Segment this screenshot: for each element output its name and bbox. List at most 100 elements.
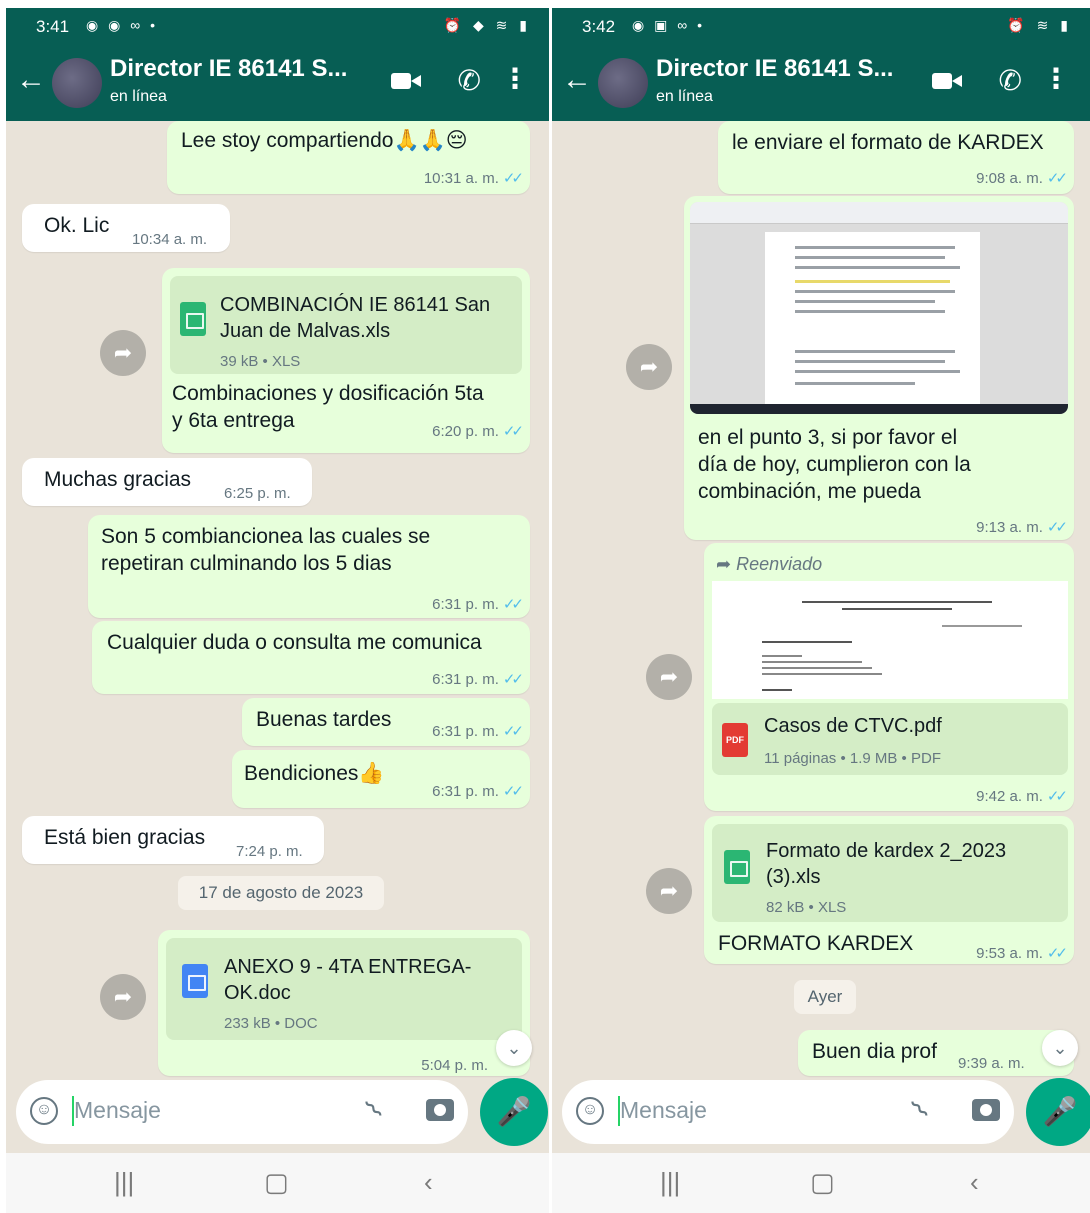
read-receipt-icon: ✓✓ xyxy=(1046,519,1068,536)
message-input[interactable]: Mensaje xyxy=(74,1097,161,1124)
home-icon[interactable]: ▢ xyxy=(264,1167,289,1198)
status-bar: 3:42 ◉ ▣ ∞ • ⏰ ≋ ▮ xyxy=(552,8,1090,46)
message-input[interactable]: Mensaje xyxy=(620,1097,707,1124)
read-receipt-icon: ✓✓ xyxy=(502,723,524,740)
message-time: 9:39 a. m. xyxy=(958,1055,1025,1072)
contact-name[interactable]: Director IE 86141 S... xyxy=(110,55,347,83)
file-name: ANEXO 9 - 4TA ENTREGA- xyxy=(224,956,472,978)
nav-back-icon[interactable]: ‹ xyxy=(970,1167,979,1198)
message-bubble-outgoing[interactable]: Formato de kardex 2_2023 (3).xls 82 kB •… xyxy=(704,816,1074,964)
message-time: 6:25 p. m. xyxy=(224,485,291,502)
system-icons: ⏰ ◆ ≋ ▮ xyxy=(443,17,531,33)
message-caption: Combinaciones y dosificación 5ta xyxy=(172,382,484,405)
forward-share-icon[interactable]: ➦ xyxy=(100,974,146,1020)
file-meta: 39 kB • XLS xyxy=(220,353,301,370)
document-page-image xyxy=(765,232,980,412)
nav-back-icon[interactable]: ‹ xyxy=(424,1167,433,1198)
message-caption: y 6ta entrega xyxy=(172,409,295,432)
attach-icon[interactable]: ⌇ xyxy=(359,1094,390,1125)
message-bubble-incoming[interactable]: Ok. Lic 10:34 a. m. xyxy=(22,204,230,252)
message-bubble-outgoing[interactable]: Buenas tardes 6:31 p. m. ✓✓ xyxy=(242,698,530,746)
file-name: OK.doc xyxy=(224,982,291,1004)
emoji-icon[interactable]: ☺ xyxy=(576,1097,604,1125)
scroll-down-icon[interactable]: ⌄ xyxy=(496,1030,532,1066)
document-file-icon xyxy=(182,964,208,998)
file-name: (3).xls xyxy=(766,866,821,888)
message-caption: en el punto 3, si por favor el xyxy=(698,426,958,449)
read-receipt-icon: ✓✓ xyxy=(502,596,524,613)
forward-share-icon[interactable]: ➦ xyxy=(100,330,146,376)
more-options-icon[interactable]: ⋮ xyxy=(501,62,529,95)
document-attachment[interactable]: PDF Casos de CTVC.pdf 11 páginas • 1.9 M… xyxy=(712,703,1068,775)
microphone-button[interactable]: 🎤 xyxy=(480,1078,548,1146)
message-bubble-outgoing[interactable]: COMBINACIÓN IE 86141 San Juan de Malvas.… xyxy=(162,268,530,453)
forward-share-icon[interactable]: ➦ xyxy=(626,344,672,390)
message-input-bar[interactable]: ☺ Mensaje ⌇ xyxy=(16,1080,468,1144)
message-bubble-incoming[interactable]: Muchas gracias 6:25 p. m. xyxy=(22,458,312,506)
avatar[interactable] xyxy=(52,58,102,108)
avatar[interactable] xyxy=(598,58,648,108)
file-meta: 233 kB • DOC xyxy=(224,1015,318,1032)
camera-icon[interactable] xyxy=(972,1099,1000,1121)
attach-icon[interactable]: ⌇ xyxy=(905,1094,936,1125)
video-call-icon[interactable] xyxy=(391,70,421,92)
file-name: Formato de kardex 2_2023 xyxy=(766,840,1007,862)
message-bubble-outgoing[interactable]: ➦ Reenviado PDF Casos de CTVC.pdf 11 pág… xyxy=(704,543,1074,811)
message-bubble-outgoing[interactable]: ANEXO 9 - 4TA ENTREGA- OK.doc 233 kB • D… xyxy=(158,930,530,1076)
message-bubble-outgoing[interactable]: Cualquier duda o consulta me comunica 6:… xyxy=(92,621,530,694)
recent-apps-icon[interactable]: ||| xyxy=(660,1167,680,1198)
read-receipt-icon: ✓✓ xyxy=(502,671,524,688)
recent-apps-icon[interactable]: ||| xyxy=(114,1167,134,1198)
microphone-button[interactable]: 🎤 xyxy=(1026,1078,1090,1146)
phone-call-icon[interactable]: ✆ xyxy=(999,64,1022,97)
message-time: 6:31 p. m. ✓✓ xyxy=(432,671,524,688)
phone-call-icon[interactable]: ✆ xyxy=(458,64,481,97)
document-attachment[interactable]: Formato de kardex 2_2023 (3).xls 82 kB •… xyxy=(712,824,1068,922)
message-text: Bendiciones👍 xyxy=(244,762,385,785)
message-text: Muchas gracias xyxy=(44,468,192,491)
message-time: 5:04 p. m. xyxy=(421,1057,488,1074)
message-time: 7:24 p. m. xyxy=(236,843,303,860)
chat-header: ← Director IE 86141 S... en línea ✆ ⋮ xyxy=(552,46,1090,121)
forwarded-label: ➦ Reenviado xyxy=(716,554,823,574)
message-bubble-outgoing[interactable]: Son 5 combiancionea las cuales se repeti… xyxy=(88,515,530,618)
back-arrow-icon[interactable]: ← xyxy=(562,62,592,98)
chat-header: ← Director IE 86141 S... en línea ✆ ⋮ xyxy=(6,46,549,121)
spreadsheet-file-icon xyxy=(724,850,750,884)
forward-share-icon[interactable]: ➦ xyxy=(646,654,692,700)
message-bubble-outgoing[interactable]: le enviare el formato de KARDEX 9:08 a. … xyxy=(718,121,1074,194)
video-call-icon[interactable] xyxy=(932,70,962,92)
contact-name[interactable]: Director IE 86141 S... xyxy=(656,55,893,83)
home-icon[interactable]: ▢ xyxy=(810,1167,835,1198)
file-name: Casos de CTVC.pdf xyxy=(764,715,942,737)
back-arrow-icon[interactable]: ← xyxy=(16,62,46,98)
document-attachment[interactable]: COMBINACIÓN IE 86141 San Juan de Malvas.… xyxy=(170,276,522,374)
read-receipt-icon: ✓✓ xyxy=(502,783,524,800)
message-bubble-outgoing[interactable]: Lee stoy compartiendo🙏🙏😔 10:31 a. m. ✓✓ xyxy=(167,121,530,194)
more-options-icon[interactable]: ⋮ xyxy=(1042,62,1070,95)
read-receipt-icon: ✓✓ xyxy=(502,423,524,440)
pdf-preview-image[interactable] xyxy=(712,581,1068,699)
read-receipt-icon: ✓✓ xyxy=(1046,945,1068,962)
camera-icon[interactable] xyxy=(426,1099,454,1121)
message-bubble-outgoing[interactable]: Buen dia prof 9:39 a. m. xyxy=(798,1030,1074,1076)
read-receipt-icon: ✓✓ xyxy=(1046,788,1068,805)
message-time: 9:13 a. m. ✓✓ xyxy=(976,519,1068,536)
message-input-bar[interactable]: ☺ Mensaje ⌇ xyxy=(562,1080,1014,1144)
forward-share-icon[interactable]: ➦ xyxy=(646,868,692,914)
message-time: 6:20 p. m. ✓✓ xyxy=(432,423,524,440)
message-text: repetiran culminando los 5 dias xyxy=(101,552,392,575)
message-time: 10:34 a. m. xyxy=(132,231,208,248)
message-bubble-outgoing[interactable]: Bendiciones👍 6:31 p. m. ✓✓ xyxy=(232,750,530,808)
date-separator: Ayer xyxy=(794,980,856,1014)
shared-image[interactable] xyxy=(690,202,1068,414)
message-time: 6:31 p. m. ✓✓ xyxy=(432,596,524,613)
file-name: COMBINACIÓN IE 86141 San xyxy=(220,294,491,316)
document-attachment[interactable]: ANEXO 9 - 4TA ENTREGA- OK.doc 233 kB • D… xyxy=(166,938,522,1040)
system-icons: ⏰ ≋ ▮ xyxy=(1007,17,1072,33)
message-bubble-outgoing[interactable]: en el punto 3, si por favor el día de ho… xyxy=(684,196,1074,540)
clock: 3:42 xyxy=(582,17,616,36)
scroll-down-icon[interactable]: ⌄ xyxy=(1042,1030,1078,1066)
message-bubble-incoming[interactable]: Está bien gracias 7:24 p. m. xyxy=(22,816,324,864)
emoji-icon[interactable]: ☺ xyxy=(30,1097,58,1125)
